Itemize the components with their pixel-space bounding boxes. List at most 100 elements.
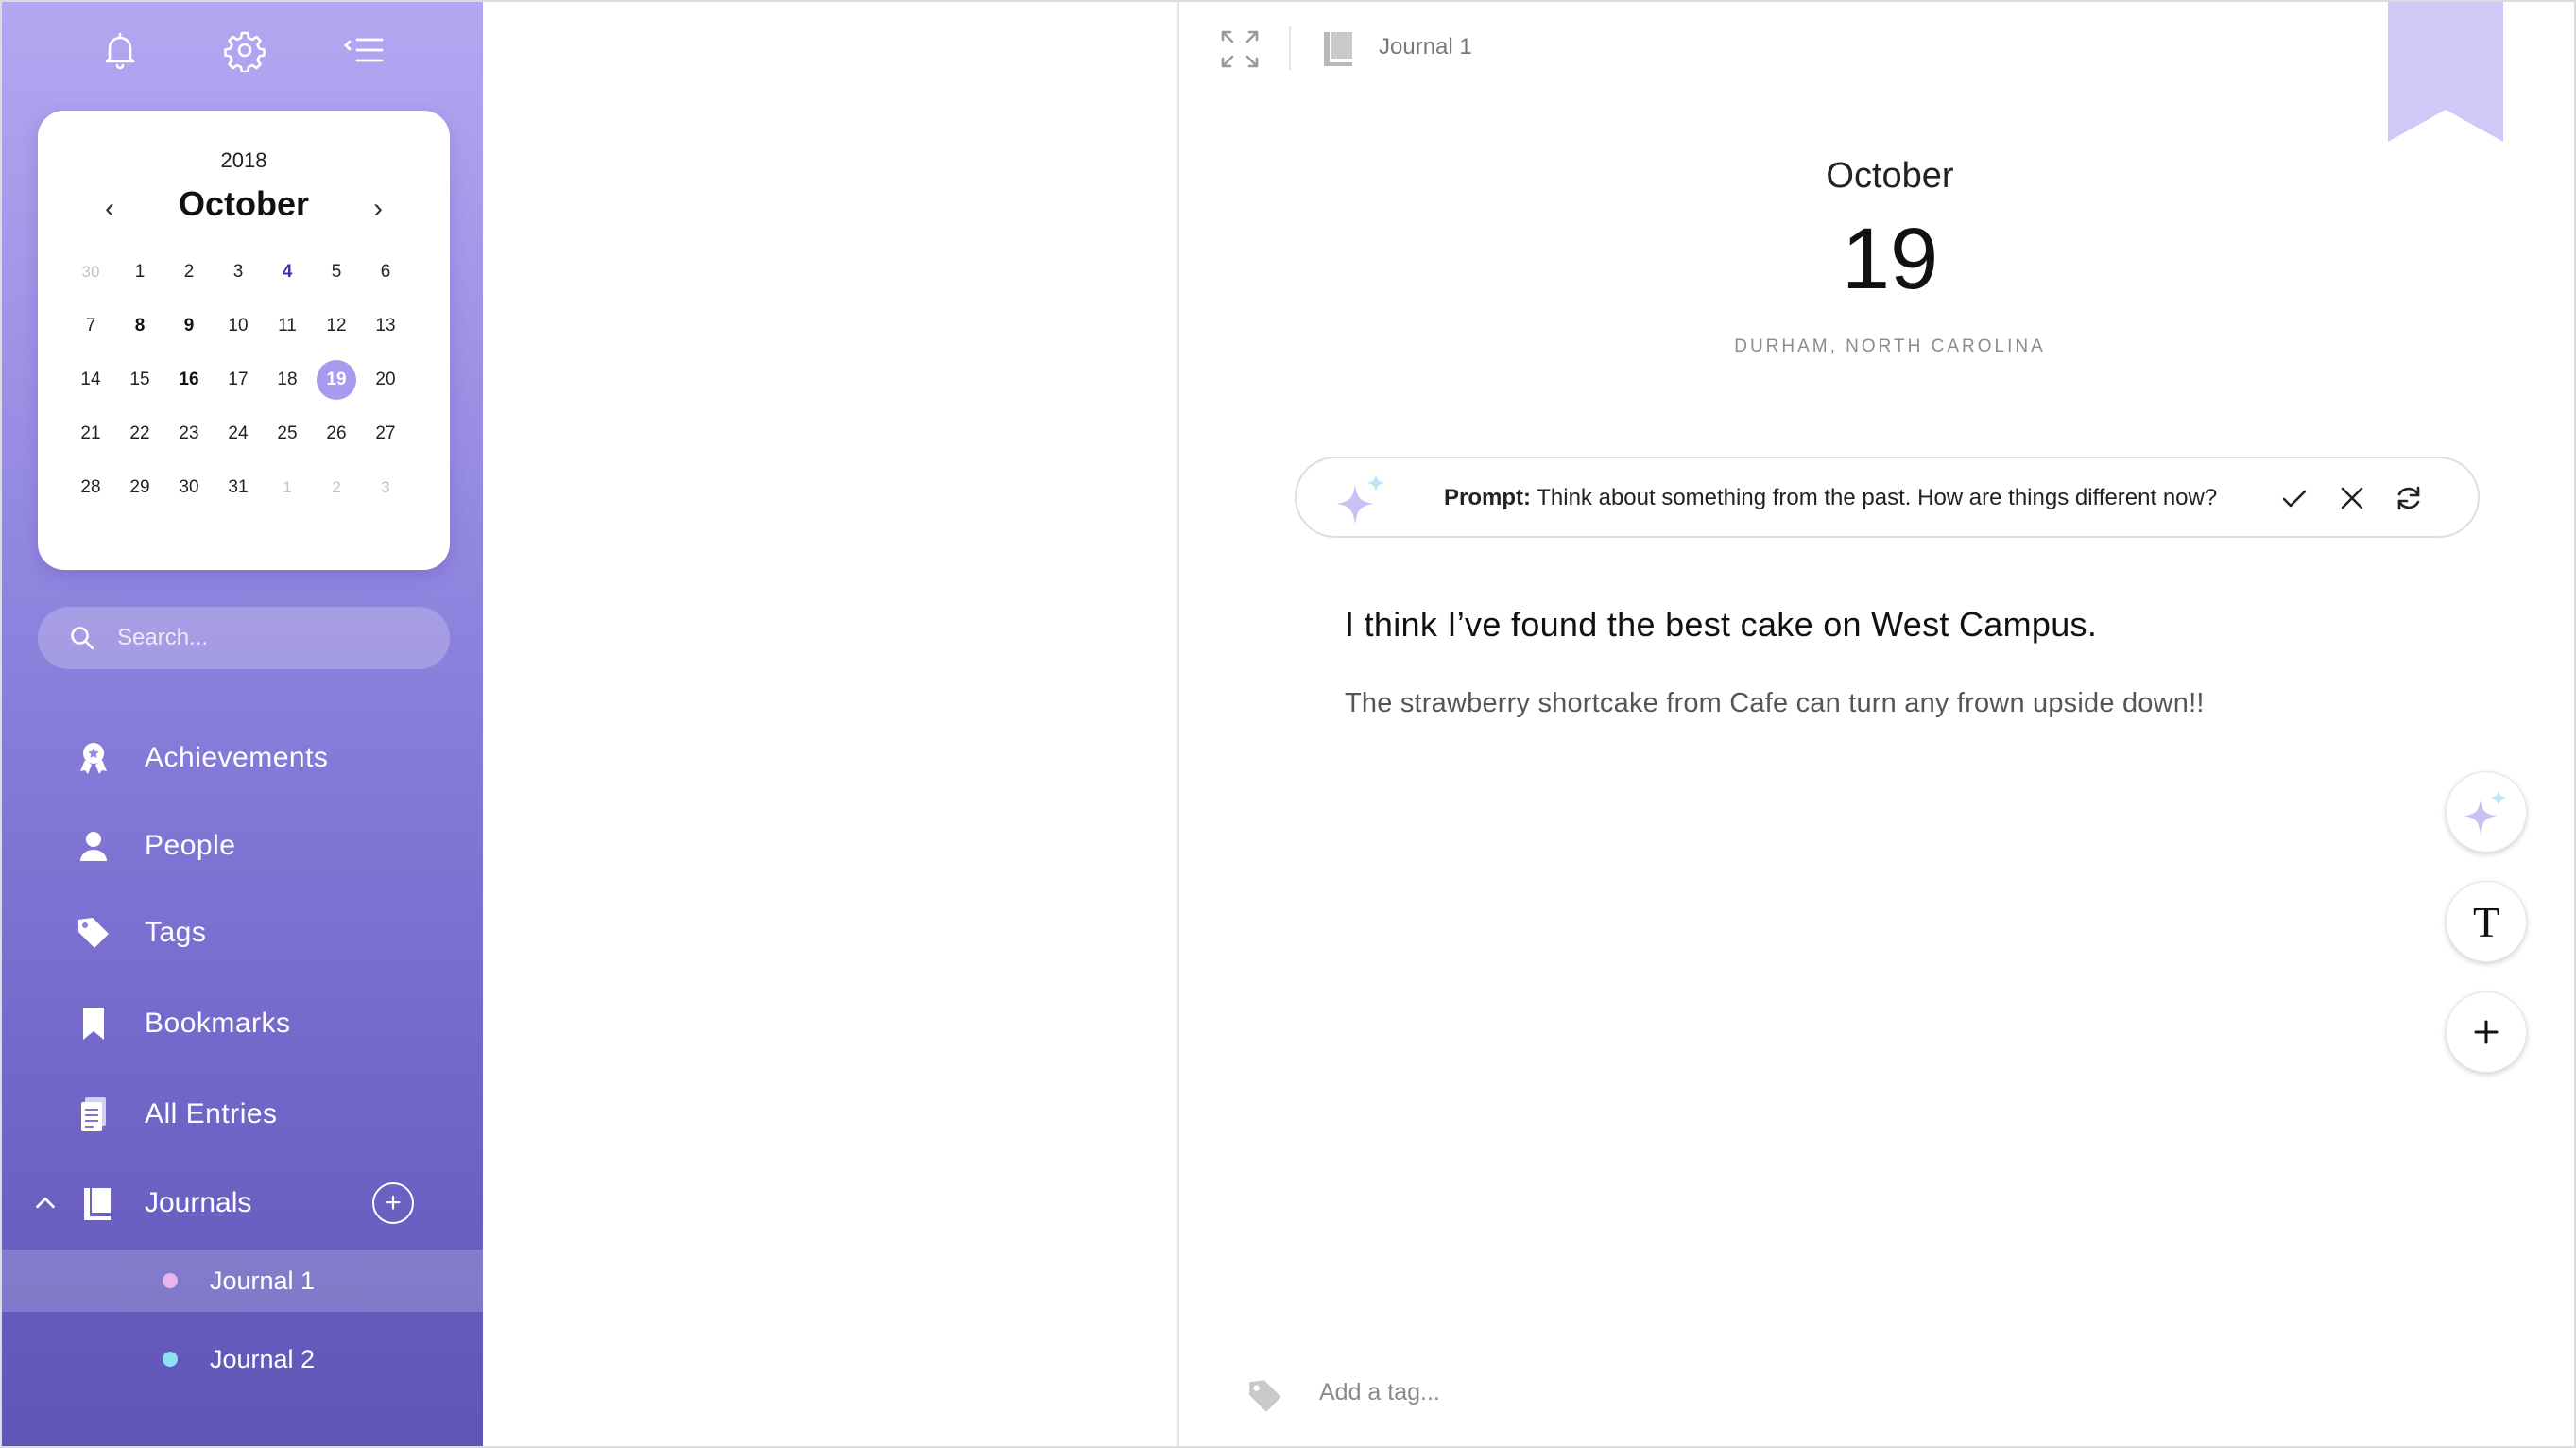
calendar-year: 2018 <box>220 148 267 172</box>
calendar-day[interactable]: 30 <box>169 468 209 508</box>
sidebar: 2018 ‹ October › 30 1 2 3 4 5 6 7 8 9 10 11 12 13 14 15… <box>2 2 483 1446</box>
search-icon <box>71 627 94 650</box>
calendar-day[interactable]: 3 <box>366 468 405 508</box>
sidebar-item-achievements[interactable]: Achievements <box>2 725 483 791</box>
calendar-day[interactable]: 4 <box>267 252 307 292</box>
accept-icon[interactable] <box>2275 479 2313 517</box>
journal-book-icon <box>76 1181 119 1225</box>
prompt-text: Prompt: Think about something from the p… <box>1444 485 2217 511</box>
add-tag-input[interactable] <box>1317 1378 1888 1407</box>
calendar-next-button[interactable]: › <box>359 190 397 228</box>
journal-item-label: Journal 1 <box>210 1266 316 1295</box>
sidebar-item-people[interactable]: People <box>2 813 483 879</box>
calendar-day[interactable]: 20 <box>366 360 405 400</box>
text-format-button[interactable]: T <box>2446 881 2527 962</box>
calendar-day[interactable]: 30 <box>71 252 111 292</box>
calendar-day[interactable]: 5 <box>317 252 356 292</box>
text-format-icon: T <box>2472 897 2500 946</box>
entry-month: October <box>1826 156 1954 196</box>
calendar-day[interactable]: 6 <box>366 252 405 292</box>
calendar-day-selected[interactable]: 19 <box>317 360 356 400</box>
prompt-sparkle-button[interactable] <box>2446 771 2527 853</box>
sidebar-item-label: Tags <box>145 917 207 948</box>
calendar-day[interactable]: 3 <box>218 252 258 292</box>
calendar-day[interactable]: 26 <box>317 414 356 454</box>
entry-day: 19 <box>1841 211 1939 307</box>
sidebar-item-bookmarks[interactable]: Bookmarks <box>2 991 483 1057</box>
search-input[interactable] <box>115 624 421 652</box>
calendar-day[interactable]: 15 <box>120 360 160 400</box>
calendar-day[interactable]: 18 <box>267 360 307 400</box>
calendar-day[interactable]: 11 <box>267 306 307 346</box>
calendar-day[interactable]: 12 <box>317 306 356 346</box>
calendar-day[interactable]: 25 <box>267 414 307 454</box>
calendar-day[interactable]: 7 <box>71 306 111 346</box>
gear-icon[interactable] <box>217 23 272 78</box>
calendar: 2018 ‹ October › 30 1 2 3 4 5 6 7 8 9 10 11 12 13 14 15… <box>38 111 450 570</box>
current-journal-name[interactable]: Journal 1 <box>1379 34 1472 60</box>
sidebar-top-icons <box>2 23 483 78</box>
calendar-day[interactable]: 9 <box>169 306 209 346</box>
calendar-day[interactable]: 13 <box>366 306 405 346</box>
entry-location[interactable]: DURHAM, NORTH CAROLINA <box>1701 336 2079 357</box>
calendar-day[interactable]: 21 <box>71 414 111 454</box>
calendar-day[interactable]: 2 <box>317 468 356 508</box>
collapse-menu-icon[interactable] <box>336 23 391 78</box>
journals-header: Journals + <box>2 1170 483 1236</box>
entry-title[interactable]: I think I’ve found the best cake on West… <box>1345 605 2097 645</box>
plus-icon <box>2474 1020 2499 1044</box>
entry-body[interactable]: The strawberry shortcake from Cafe can t… <box>1345 688 2205 719</box>
calendar-day[interactable]: 14 <box>71 360 111 400</box>
calendar-week: 28 29 30 31 1 2 3 <box>57 468 431 522</box>
sidebar-item-all-entries[interactable]: All Entries <box>2 1081 483 1147</box>
refresh-icon[interactable] <box>2390 479 2428 517</box>
toolbar-separator <box>1289 26 1291 70</box>
sidebar-item-label: All Entries <box>145 1098 278 1129</box>
calendar-day[interactable]: 1 <box>120 252 160 292</box>
sidebar-item-label: People <box>145 830 236 861</box>
calendar-day[interactable]: 1 <box>267 468 307 508</box>
calendar-day[interactable]: 8 <box>120 306 160 346</box>
prompt-label: Prompt: <box>1444 485 1531 510</box>
dismiss-icon[interactable] <box>2333 479 2371 517</box>
calendar-week: 21 22 23 24 25 26 27 <box>57 414 431 468</box>
calendar-day[interactable]: 17 <box>218 360 258 400</box>
calendar-week: 14 15 16 17 18 19 20 <box>57 360 431 414</box>
add-content-button[interactable] <box>2446 991 2527 1073</box>
calendar-day[interactable]: 23 <box>169 414 209 454</box>
journal-item-1[interactable]: Journal 1 <box>2 1250 483 1312</box>
calendar-week: 30 1 2 3 4 5 6 <box>57 252 431 306</box>
calendar-day[interactable]: 31 <box>218 468 258 508</box>
add-journal-button[interactable]: + <box>372 1182 414 1224</box>
person-icon <box>72 824 115 868</box>
journals-label[interactable]: Journals <box>145 1187 251 1219</box>
journal-item-2[interactable]: Journal 2 <box>2 1328 483 1390</box>
writing-prompt: Prompt: Think about something from the p… <box>1295 457 2480 538</box>
calendar-day[interactable]: 2 <box>169 252 209 292</box>
calendar-day[interactable]: 22 <box>120 414 160 454</box>
calendar-week: 7 8 9 10 11 12 13 <box>57 306 431 360</box>
calendar-day[interactable]: 24 <box>218 414 258 454</box>
journal-item-label: Journal 2 <box>210 1344 316 1373</box>
calendar-grid: 30 1 2 3 4 5 6 7 8 9 10 11 12 13 14 15 16 17 18 19 20 21 22 23 2… <box>57 252 431 522</box>
calendar-day[interactable]: 16 <box>169 360 209 400</box>
calendar-day[interactable]: 29 <box>120 468 160 508</box>
journal-color-dot <box>163 1352 178 1367</box>
calendar-day[interactable]: 10 <box>218 306 258 346</box>
sidebar-item-tags[interactable]: Tags <box>2 900 483 966</box>
bookmark-ribbon-icon[interactable] <box>2388 2 2503 147</box>
tag-icon <box>72 911 115 955</box>
chevron-up-icon[interactable] <box>28 1186 62 1220</box>
search-bar[interactable] <box>38 607 450 669</box>
bookmark-icon <box>72 1002 115 1045</box>
bell-icon[interactable] <box>93 23 147 78</box>
entries-icon <box>72 1093 115 1136</box>
pane-divider <box>1177 2 1179 1446</box>
journal-color-dot <box>163 1273 178 1288</box>
tag-icon <box>1249 1380 1281 1412</box>
calendar-day[interactable]: 27 <box>366 414 405 454</box>
sparkle-icon <box>2464 789 2507 835</box>
award-icon <box>72 736 115 780</box>
expand-icon[interactable] <box>1219 28 1261 70</box>
calendar-day[interactable]: 28 <box>71 468 111 508</box>
